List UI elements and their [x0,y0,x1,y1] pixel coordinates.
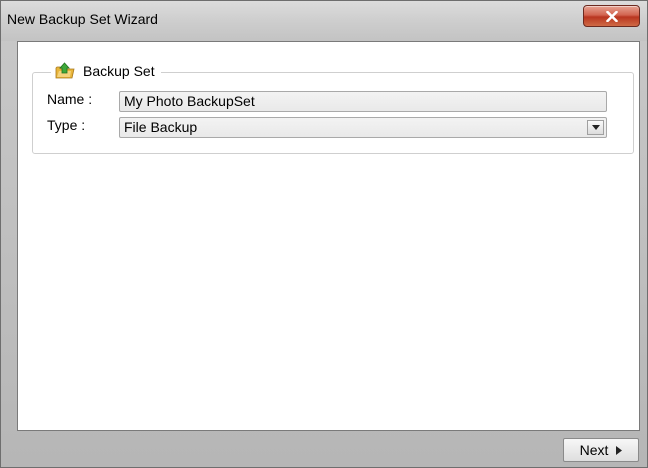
close-button[interactable] [583,5,640,27]
wizard-window: New Backup Set Wizard Backup Set Name : … [0,0,648,468]
group-title: Backup Set [83,63,155,79]
close-icon [605,10,618,22]
type-select-value: File Backup [124,119,198,135]
arrow-right-icon [616,445,623,455]
title-bar[interactable]: New Backup Set Wizard [1,1,647,41]
type-select[interactable]: File Backup [119,117,607,138]
group-legend: Backup Set [51,62,161,80]
name-field[interactable]: My Photo BackupSet [119,91,607,112]
name-label: Name : [47,91,93,107]
backup-set-group: Backup Set Name : My Photo BackupSet Typ… [32,62,634,154]
type-label: Type : [47,117,86,133]
name-field-value: My Photo BackupSet [124,93,255,109]
window-title: New Backup Set Wizard [7,11,158,27]
wizard-content-panel: Backup Set Name : My Photo BackupSet Typ… [17,41,640,431]
chevron-down-icon [591,125,600,130]
folder-arrow-icon [55,62,75,79]
dropdown-button[interactable] [587,120,604,135]
next-button[interactable]: Next [563,438,639,462]
next-button-label: Next [579,442,609,458]
